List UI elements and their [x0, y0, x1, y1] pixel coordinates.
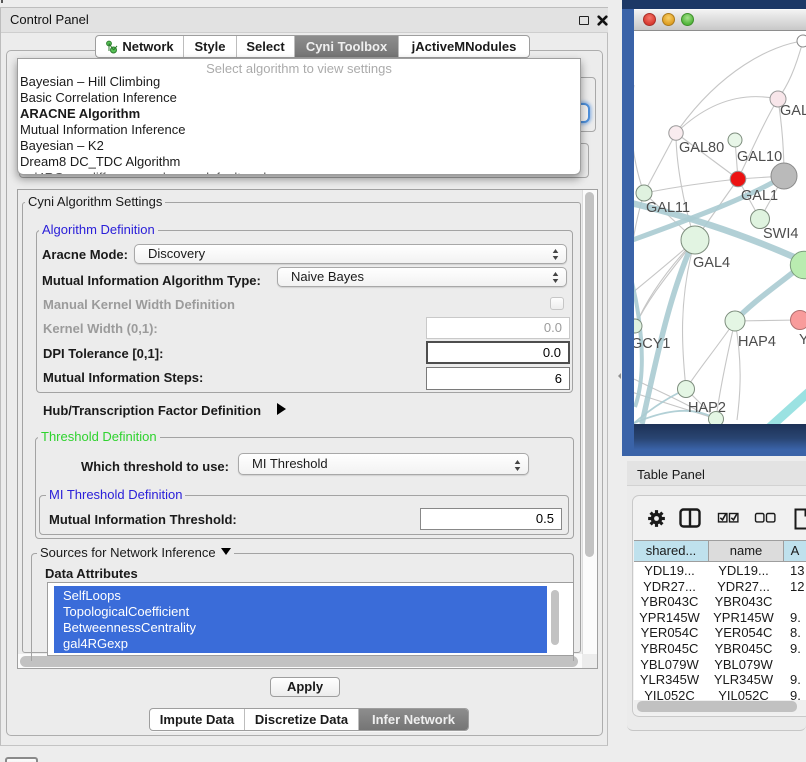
svg-text:YM: YM — [799, 332, 806, 348]
svg-text:GAL80: GAL80 — [679, 140, 724, 156]
svg-text:GAL11: GAL11 — [646, 200, 690, 216]
svg-text:GCY1: GCY1 — [634, 336, 671, 352]
svg-text:GAL10: GAL10 — [737, 149, 782, 165]
svg-text:HAP2: HAP2 — [688, 400, 726, 416]
svg-text:GAL1: GAL1 — [741, 188, 778, 204]
svg-text:GAL7: GAL7 — [780, 103, 806, 119]
svg-text:GAL4: GAL4 — [693, 255, 730, 271]
svg-text:SWI4: SWI4 — [763, 226, 798, 242]
svg-text:HAP4: HAP4 — [738, 334, 776, 350]
